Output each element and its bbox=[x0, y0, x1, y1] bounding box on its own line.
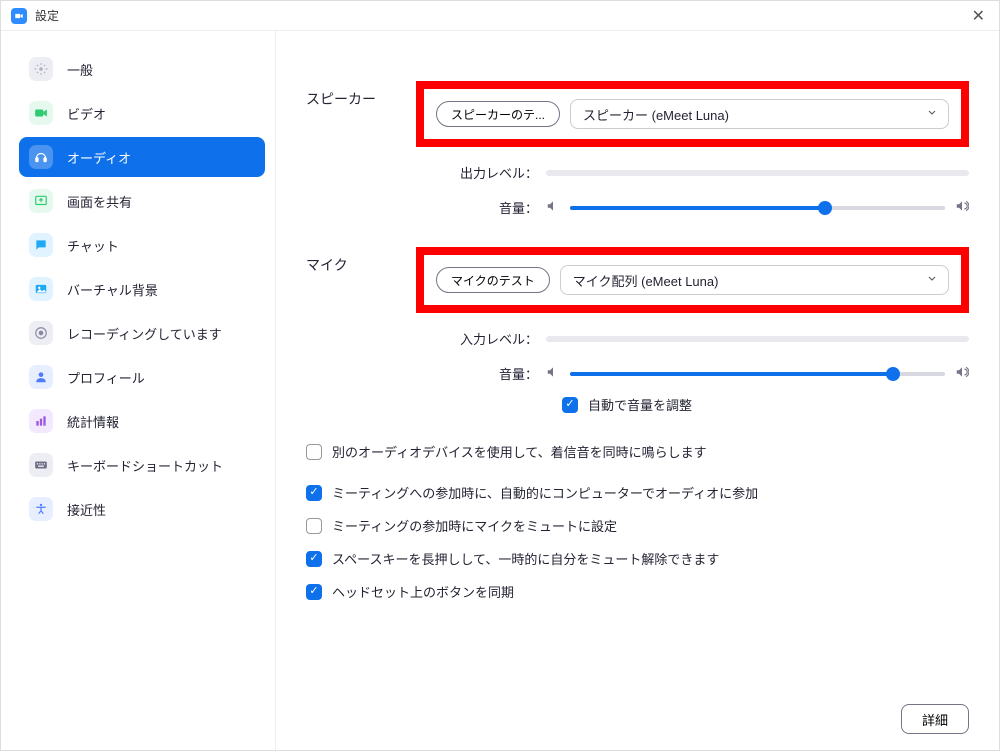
main-panel: スピーカー スピーカーのテ... スピーカー (eMeet Luna) 出力レベ… bbox=[276, 31, 999, 752]
advanced-button[interactable]: 詳細 bbox=[901, 704, 969, 734]
option-row: スペースキーを長押しして、一時的に自分をミュート解除できます bbox=[306, 549, 969, 568]
sidebar-item-shortcuts[interactable]: キーボードショートカット bbox=[19, 445, 265, 485]
sidebar-item-stats[interactable]: 統計情報 bbox=[19, 401, 265, 441]
stats-icon bbox=[29, 409, 53, 433]
sidebar-item-label: オーディオ bbox=[67, 148, 131, 167]
option-checkbox[interactable] bbox=[306, 551, 322, 567]
option-checkbox[interactable] bbox=[306, 485, 322, 501]
sidebar-item-label: 統計情報 bbox=[67, 412, 119, 431]
share-icon bbox=[29, 189, 53, 213]
mic-test-button[interactable]: マイクのテスト bbox=[436, 267, 550, 293]
sidebar-item-label: 接近性 bbox=[67, 500, 106, 519]
sidebar-item-label: チャット bbox=[67, 236, 119, 255]
mic-input-level bbox=[546, 336, 969, 342]
audio-icon bbox=[29, 145, 53, 169]
chevron-down-icon bbox=[926, 273, 938, 288]
sidebar-item-label: キーボードショートカット bbox=[67, 456, 223, 475]
volume-high-icon bbox=[955, 199, 969, 216]
volume-low-icon bbox=[546, 365, 560, 382]
sidebar-item-general[interactable]: 一般 bbox=[19, 49, 265, 89]
option-checkbox[interactable] bbox=[306, 518, 322, 534]
mic-device-value: マイク配列 (eMeet Luna) bbox=[573, 271, 719, 290]
option-label: ミーティングの参加時にマイクをミュートに設定 bbox=[332, 516, 617, 535]
option-label: スペースキーを長押しして、一時的に自分をミュート解除できます bbox=[332, 549, 719, 568]
sidebar-item-accessibility[interactable]: 接近性 bbox=[19, 489, 265, 529]
speaker-highlight: スピーカーのテ... スピーカー (eMeet Luna) bbox=[416, 81, 969, 147]
volume-high-icon bbox=[955, 365, 969, 382]
input-level-label: 入力レベル： bbox=[456, 329, 546, 348]
profile-icon bbox=[29, 365, 53, 389]
speaker-volume-label: 音量： bbox=[456, 198, 546, 217]
close-icon[interactable]: ✕ bbox=[968, 6, 989, 26]
general-icon bbox=[29, 57, 53, 81]
sidebar-item-label: ビデオ bbox=[67, 104, 106, 123]
chat-icon bbox=[29, 233, 53, 257]
vbg-icon bbox=[29, 277, 53, 301]
speaker-device-dropdown[interactable]: スピーカー (eMeet Luna) bbox=[570, 99, 949, 129]
option-row: ヘッドセット上のボタンを同期 bbox=[306, 582, 969, 601]
speaker-test-button[interactable]: スピーカーのテ... bbox=[436, 101, 560, 127]
window-title: 設定 bbox=[35, 7, 59, 24]
sidebar-item-profile[interactable]: プロフィール bbox=[19, 357, 265, 397]
option-label: ヘッドセット上のボタンを同期 bbox=[332, 582, 514, 601]
chevron-down-icon bbox=[926, 107, 938, 122]
option-row: ミーティングの参加時にマイクをミュートに設定 bbox=[306, 516, 969, 535]
option-row: 別のオーディオデバイスを使用して、着信音を同時に鳴らします bbox=[306, 442, 969, 461]
speaker-volume-slider[interactable] bbox=[546, 199, 969, 216]
option-row: ミーティングへの参加時に、自動的にコンピューターでオーディオに参加 bbox=[306, 483, 969, 502]
speaker-section-label: スピーカー bbox=[306, 81, 416, 109]
output-level-label: 出力レベル： bbox=[456, 163, 546, 182]
mic-device-dropdown[interactable]: マイク配列 (eMeet Luna) bbox=[560, 265, 949, 295]
sidebar-item-label: レコーディングしています bbox=[67, 324, 222, 343]
option-checkbox[interactable] bbox=[306, 444, 322, 460]
sidebar-item-label: 一般 bbox=[67, 60, 93, 79]
sidebar-item-label: プロフィール bbox=[67, 368, 145, 387]
zoom-app-icon bbox=[11, 8, 27, 24]
speaker-device-value: スピーカー (eMeet Luna) bbox=[583, 105, 729, 124]
option-checkbox[interactable] bbox=[306, 584, 322, 600]
mic-volume-slider[interactable] bbox=[546, 365, 969, 382]
shortcuts-icon bbox=[29, 453, 53, 477]
option-label: 別のオーディオデバイスを使用して、着信音を同時に鳴らします bbox=[332, 442, 707, 461]
sidebar-item-share[interactable]: 画面を共有 bbox=[19, 181, 265, 221]
auto-volume-label: 自動で音量を調整 bbox=[588, 395, 692, 414]
sidebar-item-label: バーチャル背景 bbox=[67, 280, 158, 299]
sidebar-item-audio[interactable]: オーディオ bbox=[19, 137, 265, 177]
sidebar-item-video[interactable]: ビデオ bbox=[19, 93, 265, 133]
sidebar-item-vbg[interactable]: バーチャル背景 bbox=[19, 269, 265, 309]
recording-icon bbox=[29, 321, 53, 345]
speaker-output-level bbox=[546, 170, 969, 176]
mic-volume-label: 音量： bbox=[456, 364, 546, 383]
video-icon bbox=[29, 101, 53, 125]
auto-volume-checkbox[interactable] bbox=[562, 397, 578, 413]
titlebar: 設定 ✕ bbox=[1, 1, 999, 31]
sidebar: 一般ビデオオーディオ画面を共有チャットバーチャル背景レコーディングしていますプロ… bbox=[1, 31, 276, 752]
option-label: ミーティングへの参加時に、自動的にコンピューターでオーディオに参加 bbox=[332, 483, 758, 502]
sidebar-item-chat[interactable]: チャット bbox=[19, 225, 265, 265]
sidebar-item-label: 画面を共有 bbox=[67, 192, 132, 211]
sidebar-item-recording[interactable]: レコーディングしています bbox=[19, 313, 265, 353]
volume-low-icon bbox=[546, 199, 560, 216]
mic-section-label: マイク bbox=[306, 247, 416, 275]
mic-highlight: マイクのテスト マイク配列 (eMeet Luna) bbox=[416, 247, 969, 313]
accessibility-icon bbox=[29, 497, 53, 521]
